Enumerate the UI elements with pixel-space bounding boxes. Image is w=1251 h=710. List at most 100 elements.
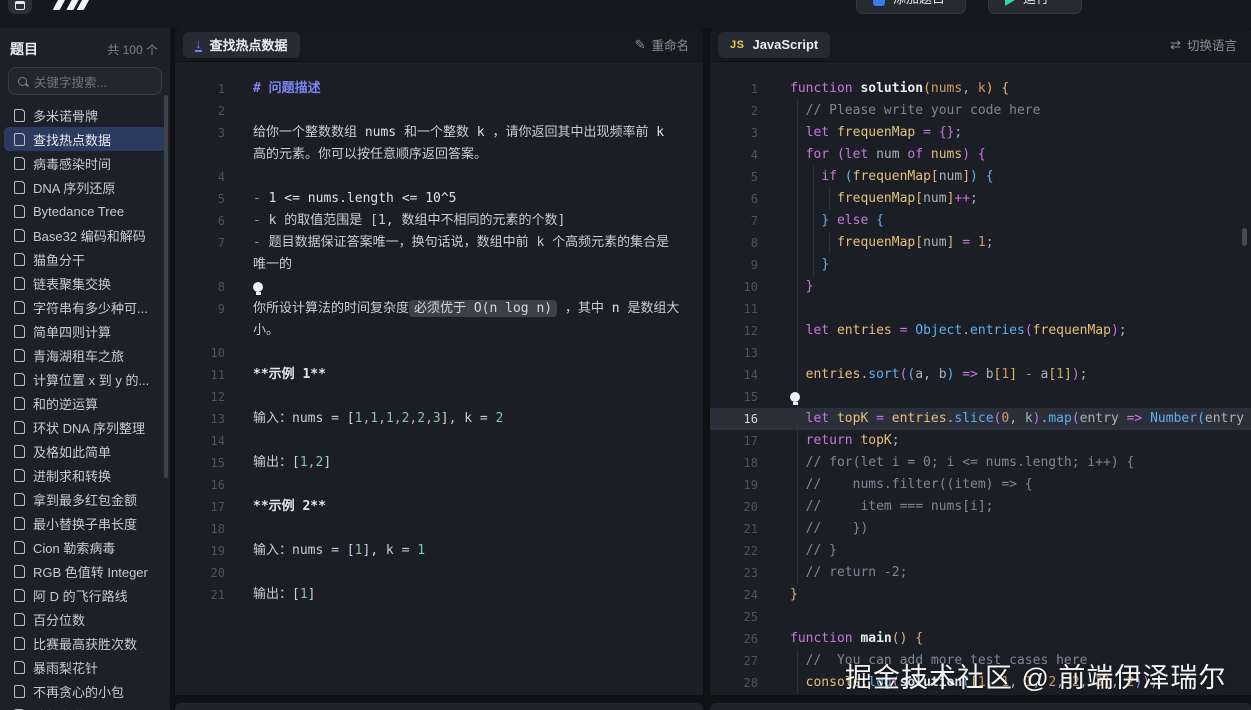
line-content: return topK; (790, 430, 1245, 452)
indent-guide (829, 188, 830, 210)
lightbulb-icon[interactable] (253, 282, 263, 292)
line-number: 26 (710, 628, 758, 650)
editor-line: 4 for (let num of nums) { (710, 144, 1251, 166)
problem-panel: ↓ 查找热点数据 ✎ 重命名 1# 问题描述2 3给你一个整数数组 nums 和… (175, 28, 703, 695)
sidebar-item[interactable]: 查找热点数据 (4, 127, 166, 151)
switch-language-button[interactable]: ⇄ 切换语言 (1170, 35, 1237, 54)
line-content: 输出：[1] (253, 584, 681, 606)
sidebar-item[interactable]: 病毒感染时间 (4, 151, 166, 175)
line-content: - 1 <= nums.length <= 10^5 (253, 188, 681, 210)
sidebar-item[interactable]: 多米诺骨牌 (4, 103, 166, 127)
bottom-panel-edge[interactable] (175, 703, 703, 710)
editor-line: 22 // } (710, 540, 1251, 562)
line-number: 6 (710, 188, 758, 210)
line-number: 23 (710, 562, 758, 584)
line-number: 7 (710, 210, 758, 232)
sidebar-item[interactable]: 比赛最高获胜次数 (4, 631, 166, 655)
line-content: } (790, 276, 1245, 298)
line-number: 20 (175, 562, 225, 584)
sidebar-item[interactable]: 环状 DNA 序列整理 (4, 415, 166, 439)
sidebar-item-label: 计算位置 x 到 y 的... (33, 370, 149, 389)
sidebar-item[interactable]: 简单四则计算 (4, 319, 166, 343)
document-icon (14, 253, 25, 266)
sidebar-item[interactable]: 暴雨梨花针 (4, 655, 166, 679)
sidebar-item[interactable]: Cion 勒索病毒 (4, 535, 166, 559)
indent-guide (797, 210, 798, 232)
sidebar-item-label: 比赛最高获胜次数 (33, 634, 137, 653)
document-icon (14, 541, 25, 554)
code-panel: JS JavaScript ⇄ 切换语言 1function solution(… (710, 28, 1251, 695)
editor-line: 20 // item === nums[i]; (710, 496, 1251, 518)
sidebar-item[interactable]: 拿到最多红包金额 (4, 487, 166, 511)
code-scrollbar[interactable] (1242, 228, 1247, 246)
editor-line: 11**示例 1** (175, 364, 703, 386)
sidebar-item[interactable]: 进制求和转换 (4, 463, 166, 487)
document-icon (14, 181, 25, 194)
sidebar-item[interactable]: RGB 色值转 Integer (4, 559, 166, 583)
sidebar-item[interactable]: DNA 序列还原 (4, 175, 166, 199)
editor-line: 25 (710, 606, 1251, 628)
bottom-panel-edge[interactable] (710, 703, 1251, 710)
run-button[interactable]: 运行 (988, 0, 1082, 14)
line-number: 19 (710, 474, 758, 496)
search-placeholder: 关键字搜索... (34, 72, 107, 91)
sidebar-title: 题目 (10, 39, 38, 59)
code-editor[interactable]: 1function solution(nums, k) {2 // Please… (710, 62, 1251, 694)
switch-language-label: 切换语言 (1187, 35, 1237, 54)
problem-editor[interactable]: 1# 问题描述2 3给你一个整数数组 nums 和一个整数 k ，请你返回其中出… (175, 62, 703, 606)
document-icon (14, 133, 25, 146)
sidebar-item[interactable]: 阿 D 的飞行路线 (4, 583, 166, 607)
line-content: 输入：nums = [1], k = 1 (253, 540, 681, 562)
line-content: // nums.filter((item) => { (790, 474, 1245, 496)
sidebar-item[interactable]: 青海湖租车之旅 (4, 343, 166, 367)
add-problem-icon (873, 0, 885, 6)
indent-guide (797, 408, 798, 430)
editor-line: 17**示例 2** (175, 496, 703, 518)
line-number: 22 (710, 540, 758, 562)
sidebar-item[interactable]: 猫鱼分干 (4, 247, 166, 271)
line-content (253, 166, 681, 188)
editor-line: 10 } (710, 276, 1251, 298)
problem-tab[interactable]: ↓ 查找热点数据 (183, 32, 300, 58)
document-icon (14, 205, 25, 218)
editor-line: 6 - k 的取值范围是 [1, 数组中不相同的元素的个数] (175, 210, 703, 232)
line-number: 6 (175, 210, 225, 232)
sidebar-item[interactable]: 猜数字游戏 (4, 703, 166, 710)
rename-button[interactable]: ✎ 重命名 (635, 35, 689, 54)
sidebar-toggle-button[interactable] (8, 0, 32, 14)
sidebar-item[interactable]: 字符串有多少种可... (4, 295, 166, 319)
editor-line: 26function main() { (710, 628, 1251, 650)
sidebar-item[interactable]: 和的逆运算 (4, 391, 166, 415)
editor-line: 20 (175, 562, 703, 584)
line-content: 输入：nums = [1,1,1,2,2,3], k = 2 (253, 408, 681, 430)
editor-line: 2 // Please write your code here (710, 100, 1251, 122)
line-content: // for(let i = 0; i <= nums.length; i++)… (790, 452, 1245, 474)
indent-guide (797, 562, 798, 584)
line-content (790, 298, 1245, 320)
indent-guide (797, 518, 798, 540)
editor-line: 13输入：nums = [1,1,1,2,2,3], k = 2 (175, 408, 703, 430)
sidebar-item[interactable]: Base32 编码和解码 (4, 223, 166, 247)
indent-guide (797, 144, 798, 166)
sidebar-item-label: 最小替换子串长度 (33, 514, 137, 533)
search-input[interactable]: 关键字搜索... (8, 67, 162, 95)
sidebar-item[interactable]: 最小替换子串长度 (4, 511, 166, 535)
lightbulb-icon[interactable] (790, 392, 800, 402)
sidebar-scrollbar[interactable] (164, 95, 168, 478)
line-number: 27 (710, 650, 758, 672)
sidebar-item[interactable]: 不再贪心的小包 (4, 679, 166, 703)
sidebar-item-label: 链表聚集交换 (33, 274, 111, 293)
add-problem-button[interactable]: 添加题目 (856, 0, 966, 14)
indent-guide (829, 232, 830, 254)
line-content: - k 的取值范围是 [1, 数组中不相同的元素的个数] (253, 210, 681, 232)
sidebar-item-label: 进制求和转换 (33, 466, 111, 485)
sidebar-item[interactable]: 计算位置 x 到 y 的... (4, 367, 166, 391)
problem-sidebar: 题目 共 100 个 关键字搜索... 多米诺骨牌查找热点数据病毒感染时间DNA… (0, 28, 170, 710)
sidebar-item[interactable]: 百分位数 (4, 607, 166, 631)
sidebar-item[interactable]: Bytedance Tree (4, 199, 166, 223)
line-content: // return -2; (790, 562, 1245, 584)
language-tab[interactable]: JS JavaScript (718, 32, 830, 58)
editor-line: 13 (710, 342, 1251, 364)
sidebar-item[interactable]: 链表聚集交换 (4, 271, 166, 295)
sidebar-item[interactable]: 及格如此简单 (4, 439, 166, 463)
